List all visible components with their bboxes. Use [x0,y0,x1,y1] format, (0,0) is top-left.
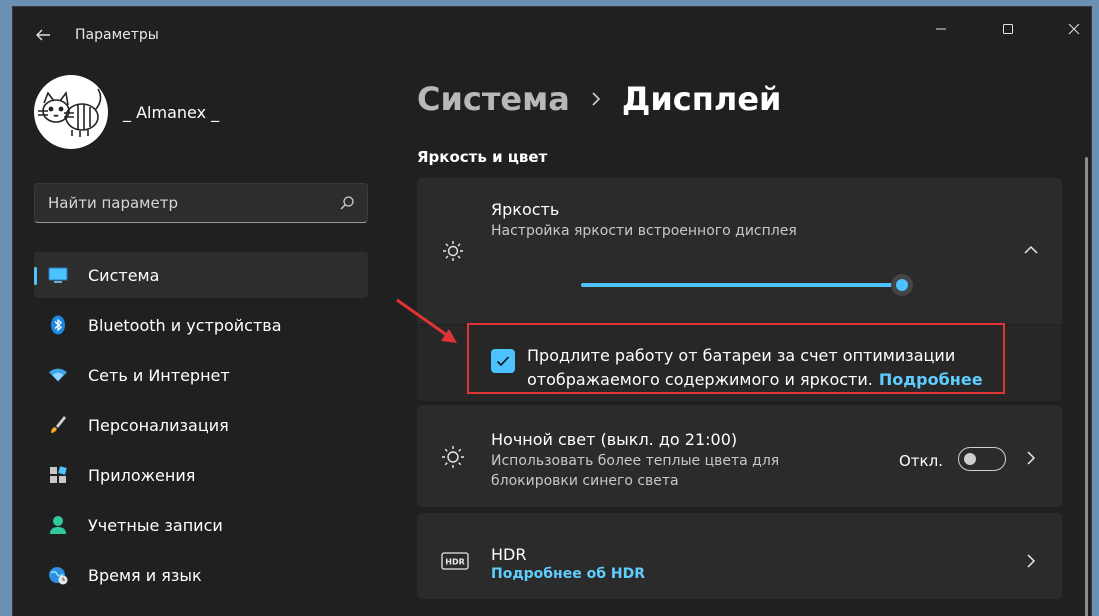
minimize-button[interactable] [918,11,964,47]
sidebar-item-label: Персонализация [88,415,229,435]
night-light-title: Ночной свет (выкл. до 21:00) [491,430,738,449]
maximize-button[interactable] [985,11,1031,47]
title-bar: Параметры [13,7,1091,65]
chevron-up-icon[interactable] [1023,242,1039,258]
hdr-icon: HDR [441,549,469,573]
wifi-icon [48,365,68,385]
user-profile[interactable]: _ Almanex _ [34,75,219,149]
brightness-subtitle: Настройка яркости встроенного дисплея [491,223,797,239]
night-light-icon [441,445,465,469]
brightness-card: Яркость Настройка яркости встроенного ди… [417,178,1062,324]
search-placeholder: Найти параметр [48,194,178,212]
sidebar-item-label: Bluetooth и устройства [88,315,282,335]
section-title: Яркость и цвет [417,148,548,166]
minimize-icon [936,28,946,30]
scrollbar[interactable] [1085,157,1088,616]
night-light-toggle-label: Откл. [899,452,943,470]
search-input[interactable]: Найти параметр [34,183,368,223]
monitor-icon [48,265,68,285]
back-button[interactable] [31,23,55,47]
sidebar-item-bluetooth[interactable]: Bluetooth и устройства [34,302,368,348]
avatar[interactable] [34,75,108,149]
night-light-toggle[interactable] [958,447,1006,471]
night-light-subtitle-line2: блокировки синего света [491,473,679,489]
sidebar-item-system[interactable]: Система [34,252,368,298]
chevron-right-icon[interactable] [1023,450,1039,466]
chevron-right-icon[interactable] [1023,553,1039,569]
night-light-subtitle-line1: Использовать более теплые цвета для [491,453,780,469]
app-title: Параметры [75,27,159,43]
brush-icon [48,415,68,435]
brightness-slider-thumb[interactable] [891,274,913,296]
sidebar-item-personalization[interactable]: Персонализация [34,402,368,448]
learn-more-link[interactable]: Подробнее [879,370,983,389]
maximize-icon [1003,24,1013,34]
user-name: _ Almanex _ [123,102,220,122]
battery-optimization-label: Продлите работу от батареи за счет оптим… [527,344,997,392]
sidebar-item-label: Система [88,265,160,285]
person-icon [48,515,68,535]
chevron-right-icon [590,87,602,111]
breadcrumb: Система Дисплей [417,80,781,118]
sidebar-item-accounts[interactable]: Учетные записи [34,502,368,548]
sidebar-item-label: Приложения [88,465,196,485]
checkmark-icon [496,356,510,367]
svg-text:HDR: HDR [445,558,465,567]
close-icon [1068,23,1080,35]
page-title: Дисплей [621,80,782,118]
sidebar-item-label: Сеть и Интернет [88,365,230,385]
sidebar-item-label: Учетные записи [88,515,223,535]
settings-window: Параметры _ Almanex _ Найти параметр Сис… [12,6,1092,616]
search-icon[interactable] [339,195,355,211]
sidebar-nav: Система Bluetooth и устройства Сеть и Ин… [34,252,368,602]
hdr-learn-more-link[interactable]: Подробнее об HDR [491,566,645,582]
sidebar-item-label: Время и язык [88,565,202,585]
sidebar-item-apps[interactable]: Приложения [34,452,368,498]
cat-avatar-icon [38,88,102,137]
battery-optimization-checkbox[interactable] [491,349,515,373]
breadcrumb-parent[interactable]: Система [417,80,570,118]
brightness-title: Яркость [491,200,560,219]
arrow-left-icon [36,29,50,41]
apps-icon [48,465,68,485]
brightness-slider-track[interactable] [581,283,905,287]
sidebar-item-time-language[interactable]: Время и язык [34,552,368,598]
hdr-card[interactable]: HDR HDR Подробнее об HDR [417,513,1062,599]
close-button[interactable] [1051,11,1091,47]
hdr-title: HDR [491,545,527,564]
globe-clock-icon [48,565,68,585]
bluetooth-icon [48,315,68,335]
sidebar-item-network[interactable]: Сеть и Интернет [34,352,368,398]
sun-icon [441,239,465,263]
